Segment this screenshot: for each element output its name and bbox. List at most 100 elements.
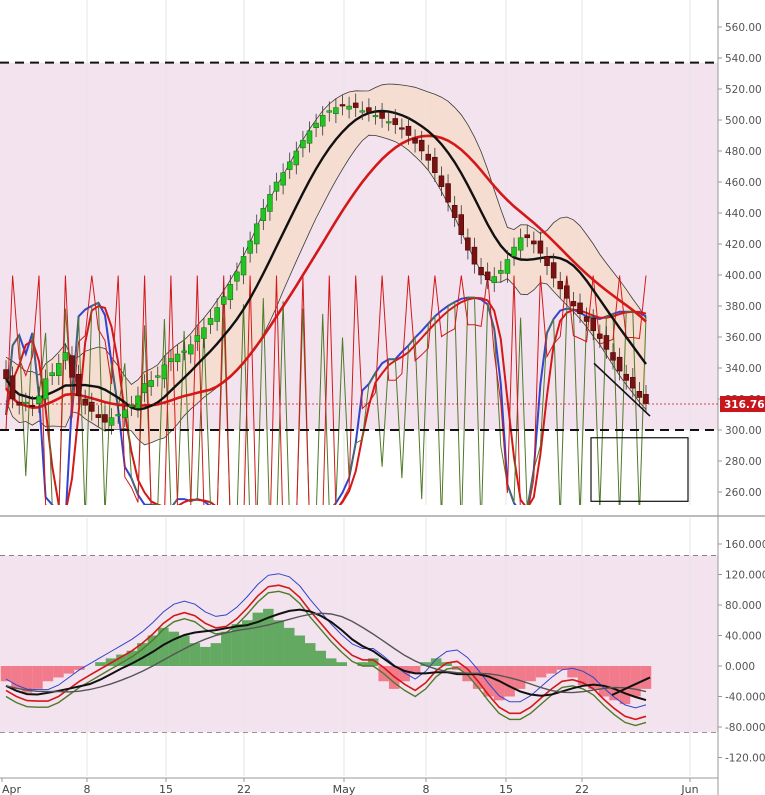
candle-up <box>49 372 55 376</box>
histogram-bar <box>284 627 295 666</box>
y-tick-label: 400.00 <box>725 270 762 282</box>
candle-down <box>630 377 636 389</box>
y-tick-label: 560.00 <box>725 22 762 34</box>
candle-down <box>445 183 451 203</box>
candle-down <box>484 271 491 280</box>
y-tick-label: 40.000 <box>725 631 762 643</box>
candle-down <box>29 404 36 408</box>
candle-up <box>346 105 352 110</box>
candle-up <box>187 344 194 355</box>
histogram-bar <box>619 666 631 705</box>
candle-up <box>234 271 240 282</box>
candle-down <box>339 104 346 107</box>
candle-down <box>583 316 590 322</box>
candle-up <box>141 383 148 394</box>
histogram-bar <box>504 666 515 697</box>
histogram-bar <box>53 666 64 678</box>
candle-down <box>75 373 82 397</box>
candle-down <box>544 256 550 266</box>
y-tick-label: 440.00 <box>725 208 762 220</box>
candle-up <box>128 404 135 408</box>
candle-up <box>214 307 220 322</box>
y-tick-label: 340.00 <box>725 363 762 375</box>
histogram-bar <box>336 662 347 666</box>
candle-down <box>643 394 649 404</box>
chart-canvas: 560.00 540.00 520.00 500.00 480.00 460.00 440.… <box>0 0 765 795</box>
histogram-bar <box>42 666 54 682</box>
last-price-label: 316.76 <box>724 399 765 411</box>
y-tick-label: 120.000 <box>725 570 765 582</box>
candle-up <box>491 276 497 283</box>
candle-down <box>379 112 385 119</box>
candle-up <box>23 401 29 404</box>
y-tick-label: 360.00 <box>725 332 762 344</box>
candle-up <box>306 130 313 144</box>
x-tick-label: Apr <box>2 783 22 795</box>
histogram-bar <box>609 666 620 701</box>
candle-up <box>181 350 187 353</box>
y-tick-label: 280.00 <box>725 456 762 468</box>
y-tick-label: 260.00 <box>725 487 762 499</box>
histogram-bar <box>305 643 316 666</box>
candle-up <box>260 208 267 222</box>
histogram-bar <box>242 620 253 666</box>
y-tick-label: 420.00 <box>725 239 762 251</box>
candle-up <box>511 246 517 257</box>
histogram-bar <box>315 650 326 666</box>
candle-up <box>36 395 42 404</box>
x-tick-label: 8 <box>84 783 91 795</box>
candle-up <box>161 364 168 380</box>
candle-down <box>603 335 610 350</box>
candle-down <box>3 369 9 380</box>
candle-up <box>253 223 260 245</box>
candle-down <box>392 118 399 125</box>
candle-up <box>280 172 286 186</box>
candle-up <box>115 414 121 417</box>
candle-up <box>326 110 333 113</box>
x-tick-label: May <box>333 783 356 795</box>
histogram-bar <box>273 620 285 666</box>
y-tick-label: -80.000 <box>725 722 765 734</box>
candle-down <box>570 301 577 307</box>
candle-up <box>207 318 214 325</box>
histogram-bar <box>63 666 75 674</box>
candle-down <box>399 127 405 130</box>
candle-down <box>451 205 458 218</box>
candle-up <box>517 237 524 251</box>
candle-up <box>155 375 161 378</box>
candle-up <box>135 395 141 409</box>
y-tick-label: 380.00 <box>725 301 762 313</box>
candle-down <box>623 373 629 381</box>
candle-up <box>240 256 247 276</box>
candle-down <box>69 355 75 378</box>
candle-down <box>636 391 643 398</box>
candle-up <box>122 409 128 418</box>
y-tick-label: 0.000 <box>725 661 755 673</box>
candle-up <box>227 284 234 301</box>
candle-up <box>319 115 326 127</box>
candle-up <box>56 363 62 377</box>
candle-down <box>432 156 438 173</box>
candle-down <box>531 240 537 245</box>
candle-up <box>174 353 181 363</box>
histogram-bar <box>189 643 201 666</box>
candle-down <box>478 267 484 276</box>
histogram-bar <box>567 666 578 678</box>
candle-up <box>504 259 511 274</box>
y-tick-label: 500.00 <box>725 115 762 127</box>
candle-up <box>293 150 300 166</box>
histogram-bar <box>514 666 526 689</box>
candle-up <box>498 270 504 274</box>
candle-down <box>438 175 445 187</box>
y-tick-label: -120.000 <box>725 753 765 765</box>
chart-root: 560.00 540.00 520.00 500.00 480.00 460.00 440.… <box>0 0 765 795</box>
candle-up <box>267 194 273 212</box>
candle-down <box>524 234 530 239</box>
histogram-bar <box>483 666 494 697</box>
histogram-bar <box>535 666 547 678</box>
candle-up <box>372 115 379 118</box>
histogram-bar <box>95 662 106 666</box>
candle-down <box>610 352 616 361</box>
candle-down <box>590 318 596 332</box>
x-tick-label: 22 <box>237 783 251 795</box>
